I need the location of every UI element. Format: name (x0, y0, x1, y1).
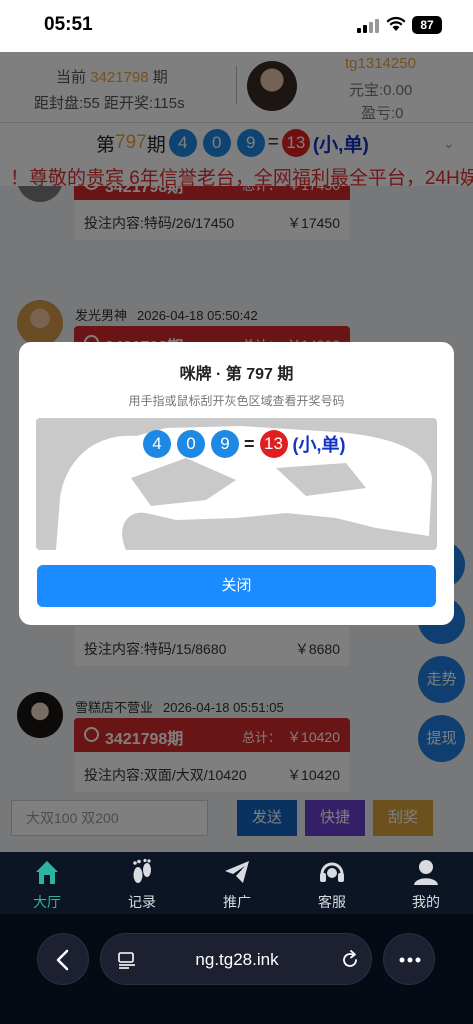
dialog-title: 咪牌 · 第 797 期 (179, 366, 294, 383)
tab-promote[interactable]: 推广 (202, 852, 272, 914)
tab-label: 客服 (318, 894, 346, 910)
revealed-result: 4 0 9 = 13 (小,单) (140, 430, 346, 458)
dialog-subtitle: 用手指或鼠标刮开灰色区域查看开奖号码 (128, 394, 345, 408)
wifi-icon (386, 16, 406, 31)
status-bar: 05:51 87 (0, 0, 473, 52)
result-ball: 4 (143, 430, 171, 458)
more-dots-icon (399, 957, 421, 963)
back-button[interactable] (37, 933, 89, 985)
scratch-area[interactable]: 4 0 9 = 13 (小,单) (36, 418, 437, 550)
cellular-signal-icon (357, 19, 379, 33)
tab-profile[interactable]: 我的 (391, 852, 461, 914)
tab-support[interactable]: 客服 (297, 852, 367, 914)
tab-label: 我的 (412, 894, 440, 910)
sum-ball: 13 (259, 430, 288, 458)
bottom-tab-bar: 大厅 记录 推广 客服 我的 (0, 852, 473, 914)
browser-toolbar: ng.tg28.ink (0, 914, 473, 1024)
result-ball: 0 (177, 430, 205, 458)
home-icon (36, 861, 58, 884)
close-button[interactable]: 关闭 (37, 565, 436, 607)
url-text: ng.tg28.ink (195, 950, 279, 969)
headset-icon (320, 862, 344, 882)
send-icon (225, 861, 249, 883)
tab-label: 记录 (128, 894, 156, 910)
result-ball: 9 (211, 430, 239, 458)
tab-label: 大厅 (33, 894, 61, 910)
scratch-card-dialog: 咪牌 · 第 797 期 用手指或鼠标刮开灰色区域查看开奖号码 4 0 9 = … (19, 342, 454, 625)
tab-label: 推广 (223, 894, 251, 910)
reload-icon[interactable] (339, 949, 361, 971)
tab-records[interactable]: 记录 (107, 852, 177, 914)
tab-lobby[interactable]: 大厅 (12, 852, 82, 914)
more-button[interactable] (383, 933, 435, 985)
user-icon (414, 860, 438, 885)
result-text: (小,单) (292, 435, 346, 455)
equals-sign: = (244, 433, 255, 454)
address-bar[interactable]: ng.tg28.ink (100, 933, 372, 985)
battery-indicator: 87 (412, 16, 442, 34)
chevron-left-icon (56, 949, 69, 971)
status-time: 05:51 (44, 14, 93, 35)
footprint-icon (133, 858, 151, 883)
